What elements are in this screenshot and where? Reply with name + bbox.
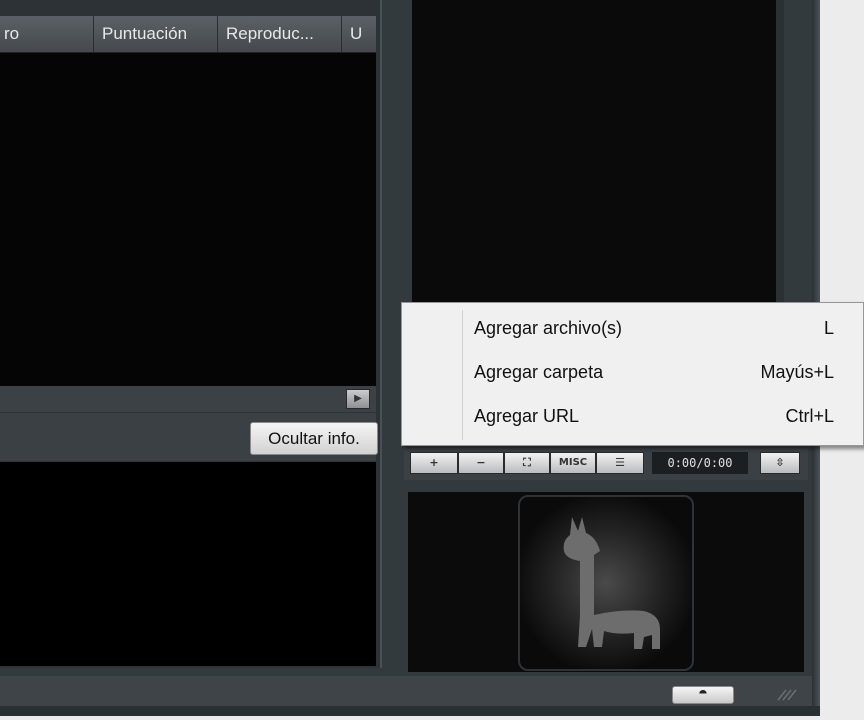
column-genre[interactable]: ro <box>0 16 94 52</box>
arrow-right-icon: ▶ <box>354 393 362 404</box>
menu-item-shortcut: Ctrl+L <box>785 406 834 426</box>
selection-icon: ⛶ <box>523 456 531 469</box>
list-icon: ☰ <box>615 456 625 469</box>
playlist-column-header: ro Puntuación Reproduc... U <box>0 16 376 53</box>
menu-item-add-url[interactable]: Agregar URL Ctrl+L <box>402 400 862 440</box>
sort-button[interactable]: ⇳ <box>760 452 800 474</box>
resize-grip-icon[interactable] <box>772 684 798 702</box>
album-art[interactable] <box>518 495 694 671</box>
menu-item-label: Agregar carpeta <box>474 362 604 382</box>
horizontal-scrollbar[interactable] <box>0 386 376 412</box>
collapse-icon: ⯊ <box>699 689 707 700</box>
remove-button[interactable]: − <box>458 452 504 474</box>
llama-icon <box>563 517 660 649</box>
menu-item-add-folder[interactable]: Agregar carpeta Mayús+L <box>402 356 862 396</box>
add-button[interactable]: + <box>410 452 458 474</box>
plus-icon: + <box>429 456 439 469</box>
menu-item-shortcut: L <box>823 318 834 338</box>
time-display: 0:00/0:00 <box>652 452 748 474</box>
window-border-bottom <box>0 706 820 716</box>
column-u[interactable]: U <box>342 16 376 52</box>
toggle-panel-button[interactable]: ⯊ <box>672 686 734 704</box>
menu-item-shortcut: Mayús+L <box>760 362 834 382</box>
minus-icon: − <box>476 456 486 469</box>
menu-item-label: Agregar URL <box>474 406 580 426</box>
info-panel <box>0 462 376 666</box>
scroll-right-button[interactable]: ▶ <box>346 389 370 409</box>
misc-button[interactable]: MISC <box>550 452 596 474</box>
hide-info-button[interactable]: Ocultar info. <box>250 422 378 455</box>
playlist-list[interactable] <box>0 53 376 386</box>
updown-arrows-icon: ⇳ <box>775 456 785 469</box>
column-playcount[interactable]: Reproduc... <box>218 16 342 52</box>
menu-item-label: Agregar archivo(s) <box>474 318 623 338</box>
select-button[interactable]: ⛶ <box>504 452 550 474</box>
playlist-button[interactable]: ☰ <box>596 452 644 474</box>
menu-item-add-files[interactable]: Agregar archivo(s) L <box>402 312 862 352</box>
column-rating[interactable]: Puntuación <box>94 16 218 52</box>
